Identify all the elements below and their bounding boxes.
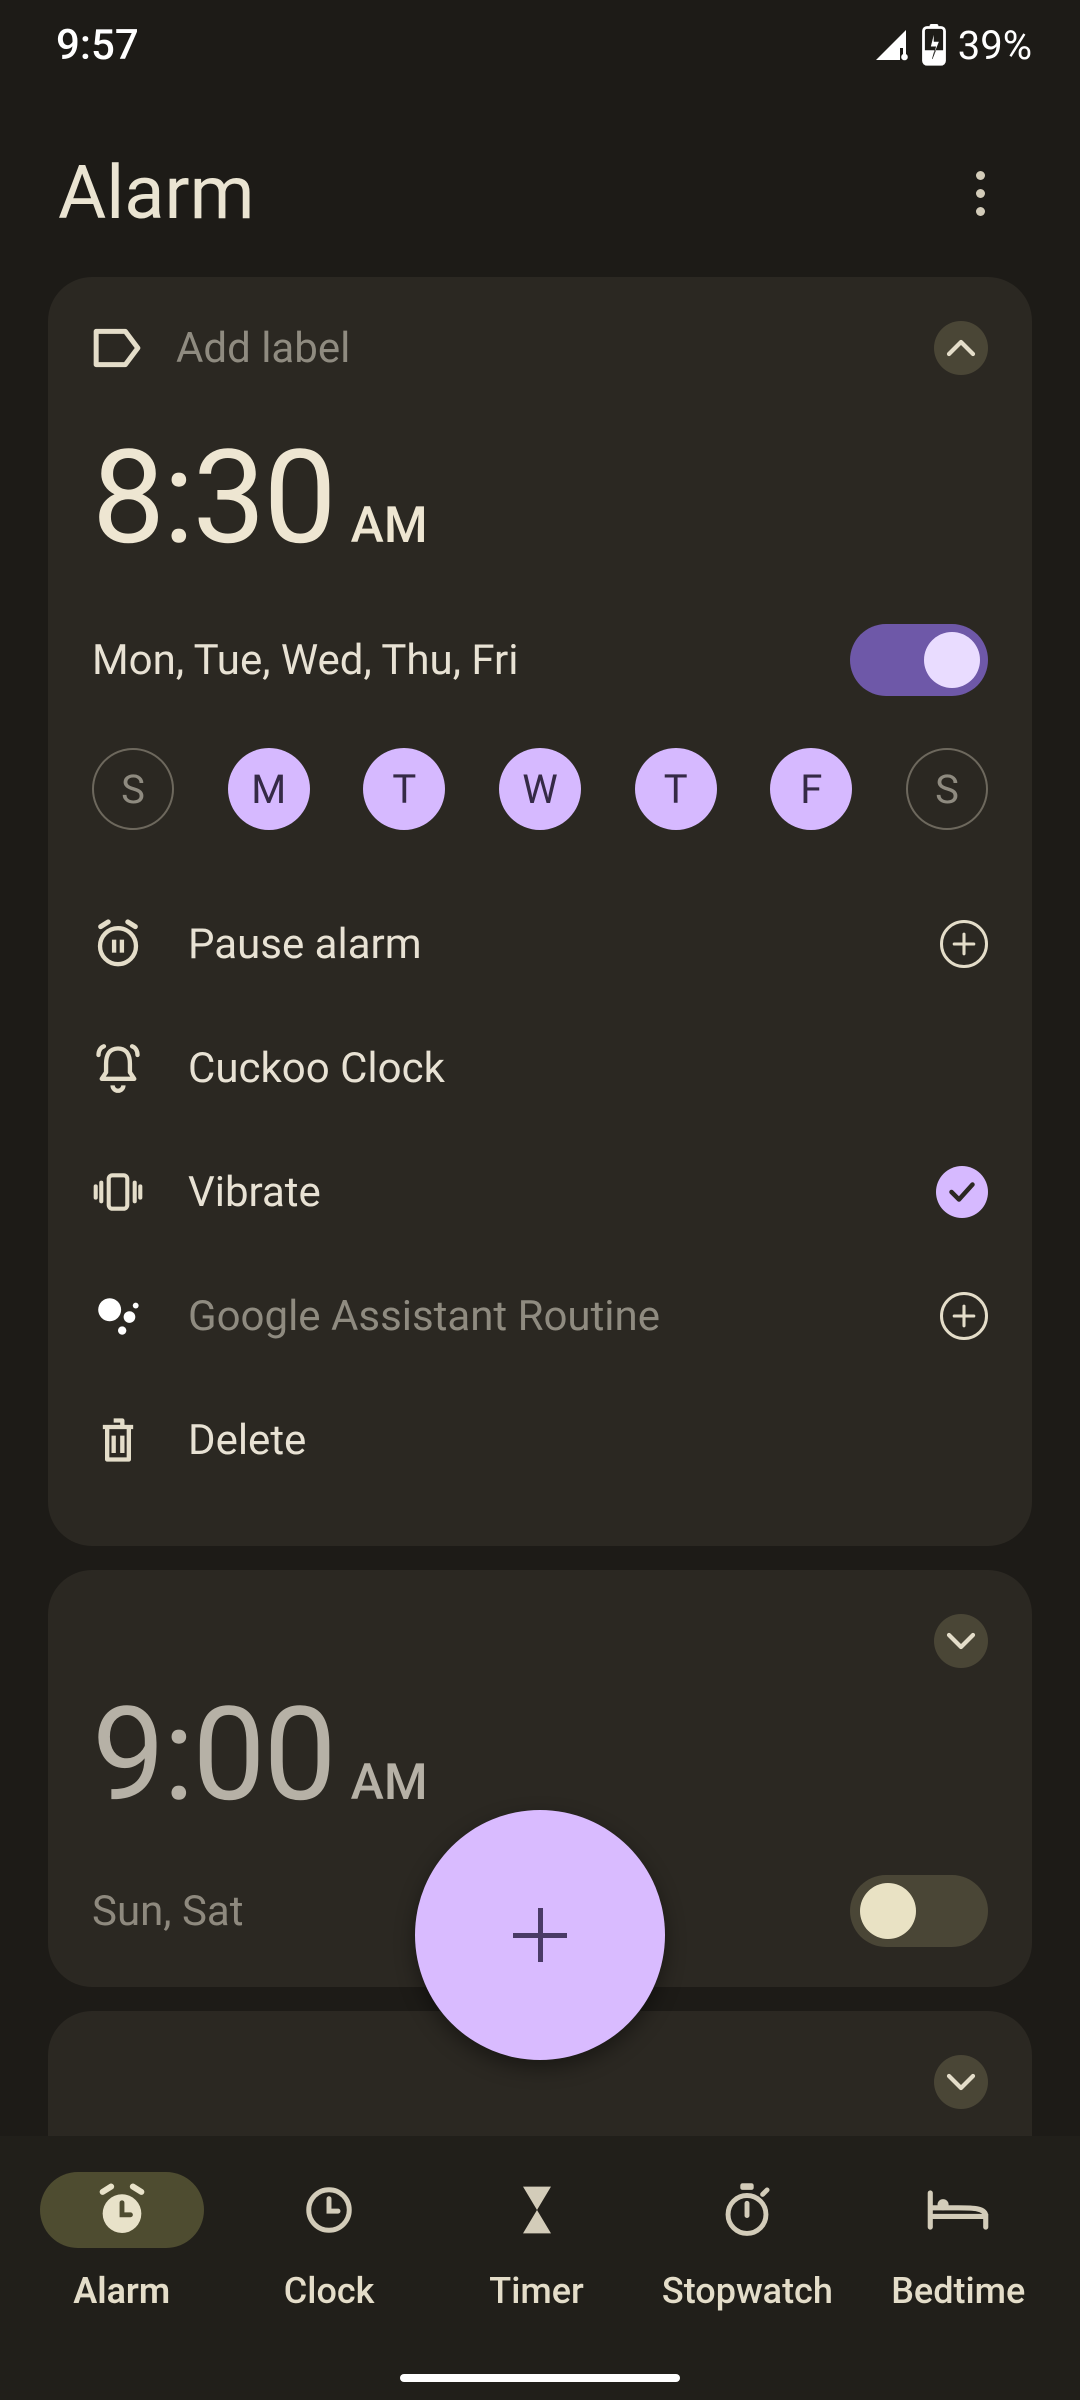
chevron-down-icon — [946, 2073, 976, 2091]
app-bar: Alarm — [0, 90, 1080, 277]
weekday-picker: S M T W T F S — [92, 748, 988, 830]
alarm-toggle[interactable] — [850, 624, 988, 696]
delete-label: Delete — [188, 1416, 306, 1465]
status-bar: 9:57 39% — [0, 0, 1080, 90]
days-summary: Sun, Sat — [92, 1887, 244, 1936]
more-options-button[interactable] — [950, 164, 1010, 224]
hourglass-icon — [514, 2182, 560, 2238]
nav-alarm-label: Alarm — [73, 2270, 170, 2312]
day-fri[interactable]: F — [770, 748, 852, 830]
vibrate-row[interactable]: Vibrate — [92, 1130, 988, 1254]
pause-alarm-icon — [92, 918, 144, 970]
day-sun[interactable]: S — [92, 748, 174, 830]
battery-icon — [920, 24, 948, 66]
alarm-ampm: AM — [351, 497, 428, 555]
delete-row[interactable]: Delete — [92, 1378, 988, 1502]
trash-icon — [92, 1414, 144, 1466]
nav-bedtime[interactable]: Bedtime — [876, 2172, 1040, 2322]
pause-add-button[interactable] — [940, 920, 988, 968]
alarm-time-button[interactable]: 8:30 AM — [92, 421, 988, 574]
expand-button[interactable] — [934, 2055, 988, 2109]
alarm-time-button[interactable]: 9:00 AM — [92, 1678, 988, 1831]
alarm-time: 9:00 — [92, 1678, 335, 1831]
nav-stopwatch[interactable]: Stopwatch — [662, 2172, 833, 2322]
nav-alarm[interactable]: Alarm — [40, 2172, 204, 2322]
day-sat[interactable]: S — [906, 748, 988, 830]
label-placeholder: Add label — [176, 324, 350, 373]
sound-row[interactable]: Cuckoo Clock — [92, 1006, 988, 1130]
vibrate-icon — [92, 1166, 144, 1218]
day-tue[interactable]: T — [363, 748, 445, 830]
battery-pct: 39% — [958, 22, 1032, 69]
add-alarm-fab[interactable] — [415, 1810, 665, 2060]
assistant-add-button[interactable] — [940, 1292, 988, 1340]
alarm-toggle[interactable] — [850, 1875, 988, 1947]
assistant-icon — [92, 1290, 144, 1342]
stopwatch-icon — [720, 2181, 774, 2239]
chevron-down-icon — [946, 1632, 976, 1650]
label-icon — [92, 327, 142, 369]
assistant-label: Google Assistant Routine — [188, 1292, 660, 1341]
plus-icon — [950, 1302, 978, 1330]
pause-alarm-row[interactable]: Pause alarm — [92, 882, 988, 1006]
collapse-button[interactable] — [934, 321, 988, 375]
nav-timer[interactable]: Timer — [455, 2172, 619, 2322]
vibrate-label: Vibrate — [188, 1168, 321, 1217]
status-icons: 39% — [872, 22, 1032, 69]
bed-icon — [926, 2188, 990, 2232]
assistant-routine-row[interactable]: Google Assistant Routine — [92, 1254, 988, 1378]
chevron-up-icon — [946, 339, 976, 357]
nav-timer-label: Timer — [489, 2270, 583, 2312]
vibrate-check[interactable] — [936, 1166, 988, 1218]
nav-clock[interactable]: Clock — [247, 2172, 411, 2322]
signal-icon — [872, 27, 910, 63]
sound-label: Cuckoo Clock — [188, 1044, 445, 1093]
day-mon[interactable]: M — [228, 748, 310, 830]
expand-button[interactable] — [934, 1614, 988, 1668]
gesture-bar — [400, 2374, 680, 2382]
alarm-card-expanded: Add label 8:30 AM Mon, Tue, Wed, Thu, Fr… — [48, 277, 1032, 1546]
pause-alarm-label: Pause alarm — [188, 920, 422, 969]
bell-icon — [92, 1042, 144, 1094]
plus-icon — [950, 930, 978, 958]
nav-bedtime-label: Bedtime — [891, 2270, 1025, 2312]
alarm-time: 8:30 — [92, 421, 335, 574]
alarm-icon — [93, 2181, 151, 2239]
status-time: 9:57 — [56, 21, 139, 70]
add-label-row[interactable]: Add label — [92, 324, 350, 373]
day-thu[interactable]: T — [635, 748, 717, 830]
page-title: Alarm — [58, 150, 255, 237]
days-summary: Mon, Tue, Wed, Thu, Fri — [92, 636, 519, 685]
nav-clock-label: Clock — [284, 2270, 375, 2312]
nav-stopwatch-label: Stopwatch — [662, 2270, 833, 2312]
alarm-ampm: AM — [351, 1754, 428, 1812]
alarm-list: Add label 8:30 AM Mon, Tue, Wed, Thu, Fr… — [0, 277, 1080, 2400]
day-wed[interactable]: W — [499, 748, 581, 830]
clock-icon — [302, 2183, 356, 2237]
check-icon — [947, 1180, 977, 1204]
more-dots-icon — [976, 171, 985, 180]
bottom-nav: Alarm Clock Timer Stopwatch Bedtime — [0, 2136, 1080, 2400]
